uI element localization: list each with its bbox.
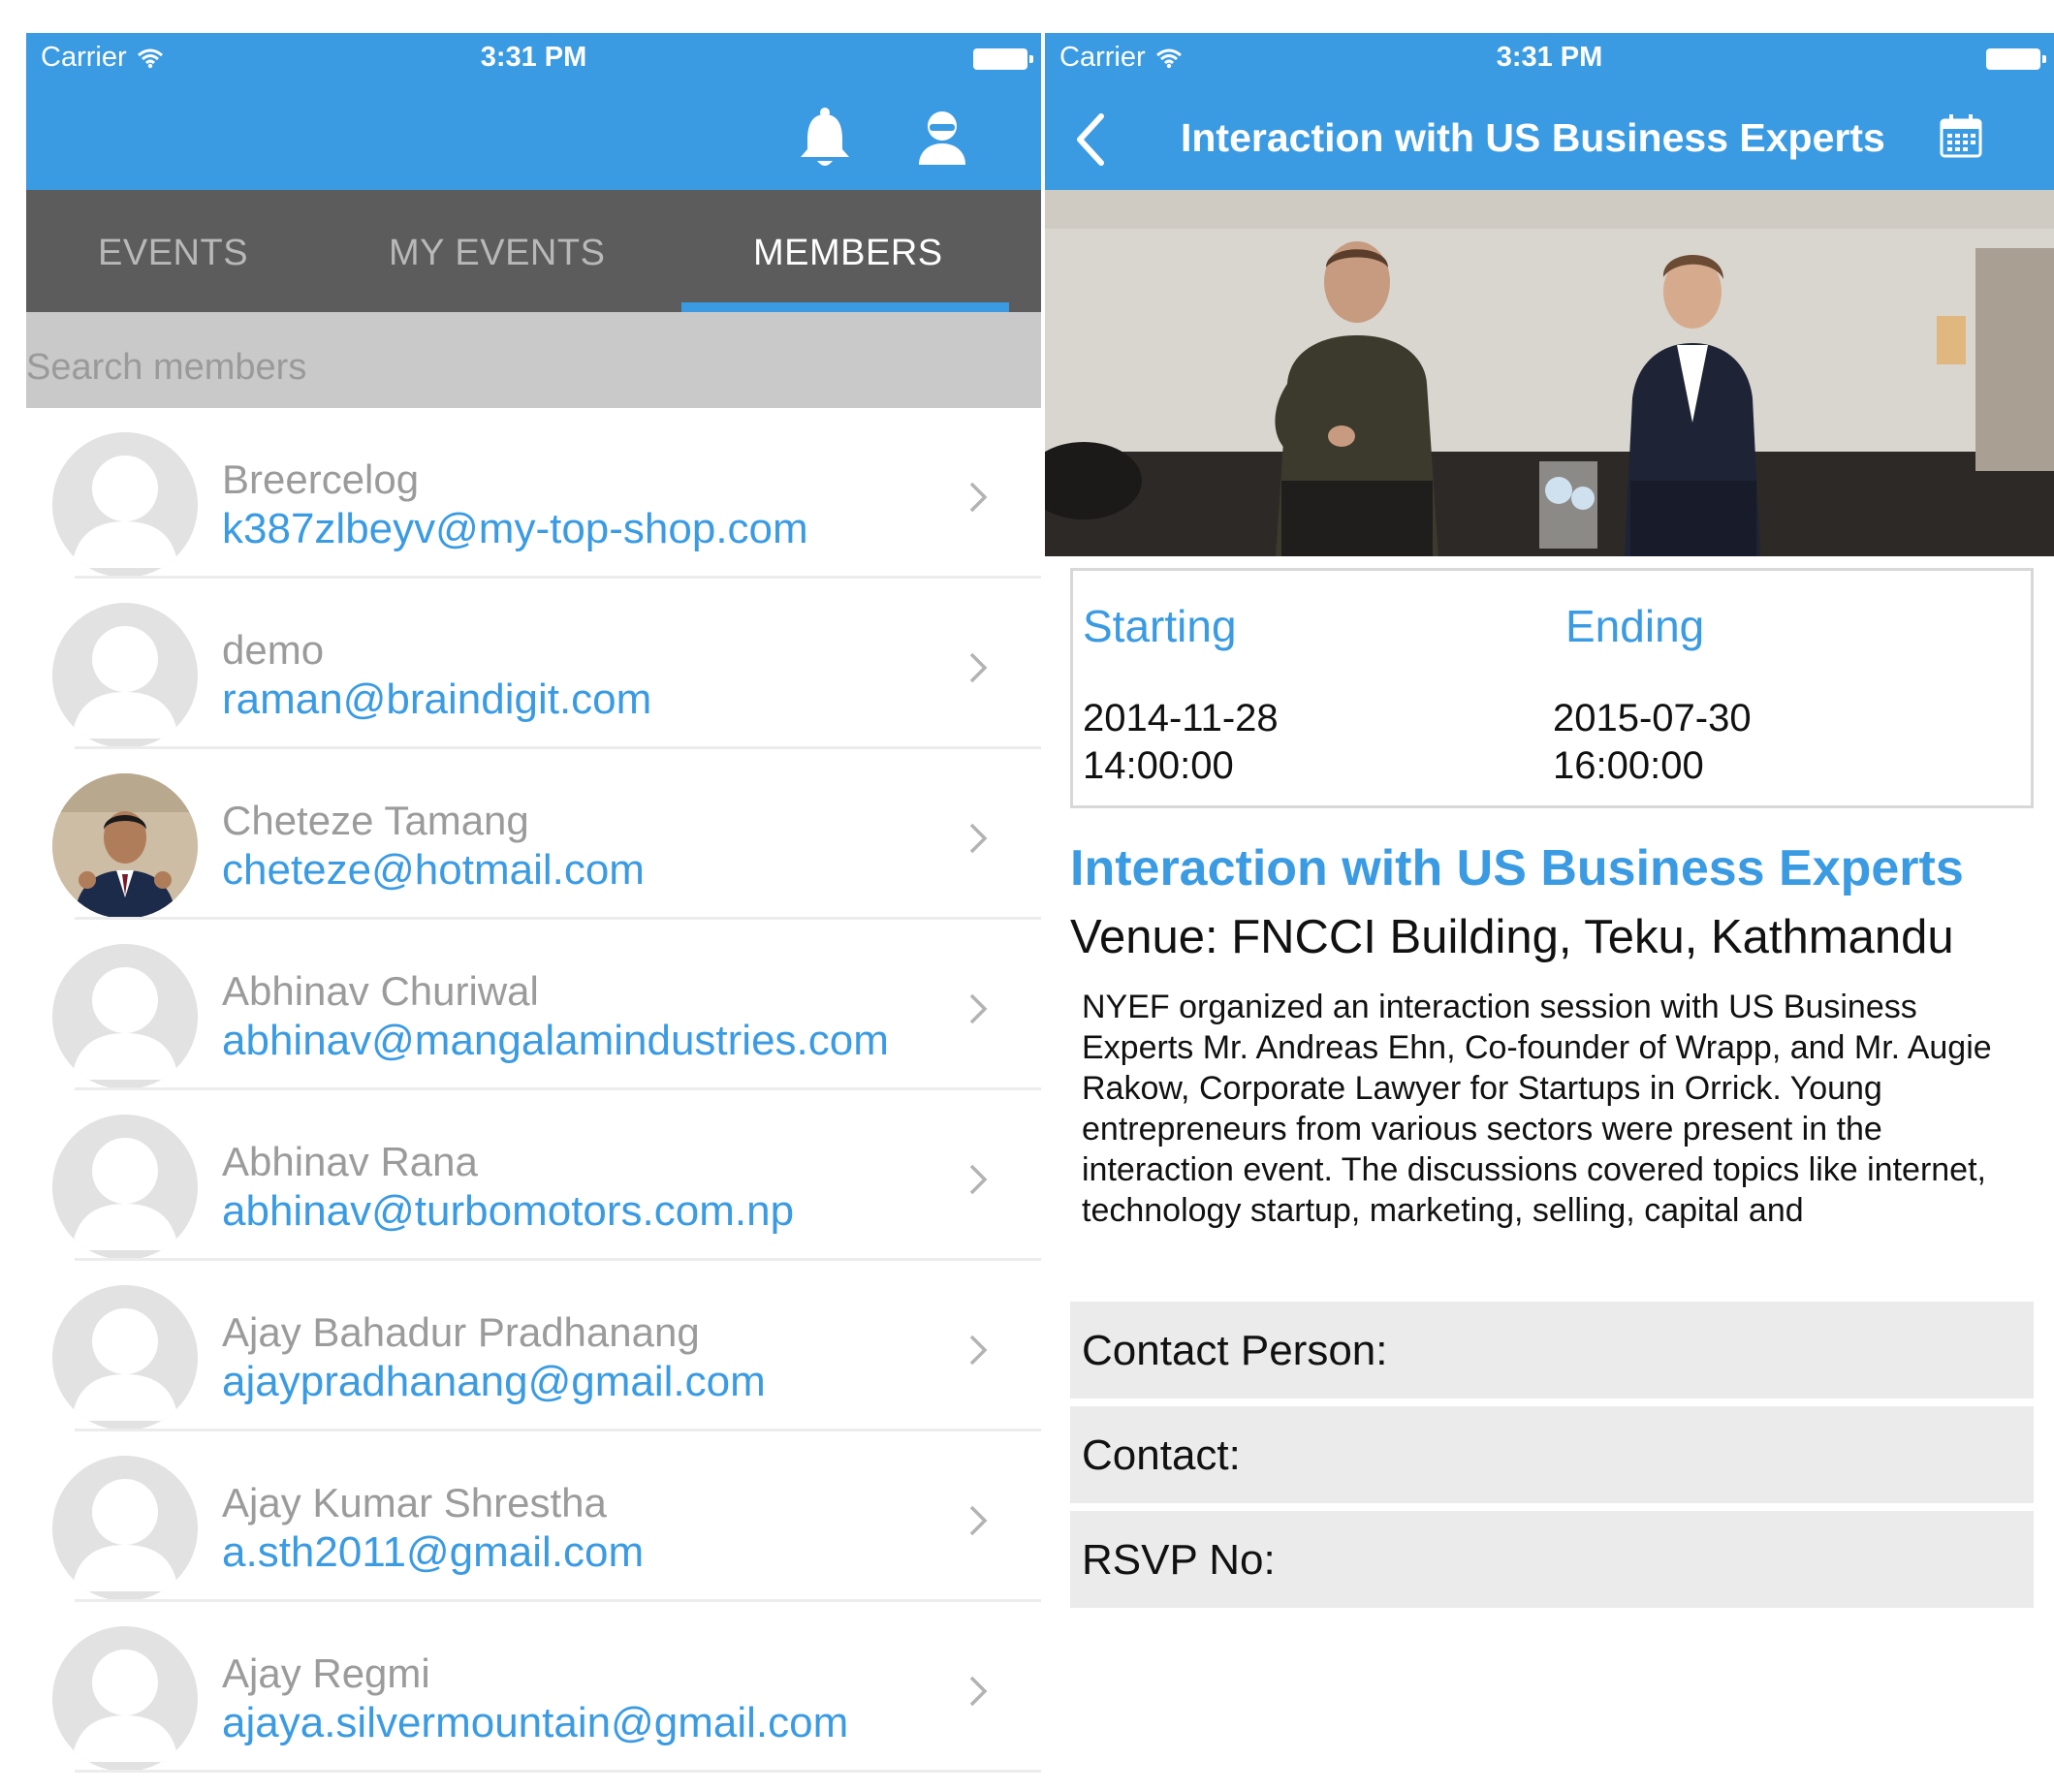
chevron-right-icon: [969, 1164, 988, 1195]
default-avatar-icon: [52, 432, 198, 578]
member-name: Cheteze Tamang: [222, 798, 529, 843]
ending-time: 16:00:00: [1553, 744, 1704, 787]
tab-my-events[interactable]: MY EVENTS: [389, 233, 605, 274]
chevron-right-icon: [969, 1505, 988, 1536]
member-email[interactable]: raman@braindigit.com: [222, 676, 651, 724]
member-name: Ajay Kumar Shrestha: [222, 1480, 607, 1525]
member-row[interactable]: Abhinav Churiwal abhinav@mangalamindustr…: [26, 920, 1041, 1090]
tab-members[interactable]: MEMBERS: [753, 233, 943, 274]
ending-datetime: 2015-07-30 16:00:00: [1553, 695, 1752, 790]
bell-icon[interactable]: [797, 107, 853, 171]
photo-avatar: [52, 773, 198, 919]
chevron-right-icon: [969, 1676, 988, 1707]
member-email[interactable]: abhinav@turbomotors.com.np: [222, 1187, 794, 1236]
contact-label: Contact:: [1082, 1431, 1241, 1479]
status-bar: Carrier 3:31 PM: [1045, 33, 2054, 87]
member-row[interactable]: Ajay Kumar Shrestha a.sth2011@gmail.com: [26, 1431, 1041, 1602]
members-screen: Carrier 3:31 PM EVENTS MY EVENTS MEMBERS…: [26, 33, 1041, 1792]
event-description: NYEF organized an interaction session wi…: [1082, 989, 1992, 1229]
member-name: demo: [222, 627, 325, 673]
default-avatar-icon: [52, 603, 198, 748]
event-detail-screen: Carrier 3:31 PM Interaction with US Busi…: [1045, 33, 2054, 1792]
ending-label: Ending: [1565, 601, 1705, 651]
default-avatar-icon: [52, 1626, 198, 1772]
member-row[interactable]: Ajay Bahadur Pradhanang ajaypradhanang@g…: [26, 1261, 1041, 1431]
member-email[interactable]: a.sth2011@gmail.com: [222, 1528, 644, 1577]
starting-label: Starting: [1083, 601, 1237, 651]
back-icon[interactable]: [1072, 110, 1111, 169]
member-row[interactable]: demo raman@braindigit.com: [26, 579, 1041, 749]
status-bar: Carrier 3:31 PM: [26, 33, 1041, 87]
ending-date: 2015-07-30: [1553, 697, 1752, 739]
app-bar: Carrier 3:31 PM: [26, 33, 1041, 190]
member-name: Ajay Bahadur Pradhanang: [222, 1309, 700, 1355]
chevron-right-icon: [969, 1335, 988, 1366]
app-bar: Carrier 3:31 PM Interaction with US Busi…: [1045, 33, 2054, 190]
default-avatar-icon: [52, 944, 198, 1089]
member-email[interactable]: k387zlbeyv@my-top-shop.com: [222, 505, 808, 553]
contact-person-row: Contact Person:: [1070, 1302, 2034, 1399]
battery-icon: [1986, 48, 2046, 70]
event-dates-box: Starting Ending 2014-11-28 14:00:00 2015…: [1070, 568, 2034, 808]
starting-date: 2014-11-28: [1083, 697, 1279, 739]
profile-icon[interactable]: [916, 109, 968, 167]
event-photo: [1045, 190, 2054, 556]
battery-icon: [973, 48, 1033, 70]
active-tab-indicator: [681, 302, 1009, 312]
starting-datetime: 2014-11-28 14:00:00: [1083, 695, 1279, 790]
row-divider: [75, 1770, 1041, 1773]
member-row[interactable]: Abhinav Rana abhinav@turbomotors.com.np: [26, 1090, 1041, 1261]
member-row[interactable]: Breercelog k387zlbeyv@my-top-shop.com: [26, 408, 1041, 579]
search-bar: [26, 312, 1041, 408]
chevron-right-icon: [969, 482, 988, 513]
member-email[interactable]: abhinav@mangalamindustries.com: [222, 1017, 889, 1065]
rsvp-label: RSVP No:: [1082, 1536, 1276, 1584]
member-email[interactable]: cheteze@hotmail.com: [222, 846, 645, 895]
calendar-icon[interactable]: [1939, 112, 1983, 159]
member-email[interactable]: ajaypradhanang@gmail.com: [222, 1358, 766, 1406]
status-time: 3:31 PM: [1496, 42, 1603, 73]
event-venue: Venue: FNCCI Building, Teku, Kathmandu: [1070, 911, 1954, 963]
default-avatar-icon: [52, 1456, 198, 1601]
contact-row: Contact:: [1070, 1406, 2034, 1503]
member-name: Breercelog: [222, 456, 420, 502]
page-title: Interaction with US Business Experts: [1181, 115, 1885, 160]
chevron-right-icon: [969, 823, 988, 854]
search-members-input[interactable]: [26, 343, 705, 392]
status-time: 3:31 PM: [480, 42, 587, 73]
default-avatar-icon: [52, 1115, 198, 1260]
member-name: Abhinav Churiwal: [222, 968, 539, 1014]
member-name: Ajay Regmi: [222, 1651, 430, 1696]
member-row[interactable]: Ajay Regmi ajaya.silvermountain@gmail.co…: [26, 1602, 1041, 1773]
rsvp-row: RSVP No:: [1070, 1511, 2034, 1608]
default-avatar-icon: [52, 1285, 198, 1430]
chevron-right-icon: [969, 993, 988, 1024]
contact-person-label: Contact Person:: [1082, 1327, 1388, 1374]
tab-bar: EVENTS MY EVENTS MEMBERS: [26, 190, 1041, 312]
tab-events[interactable]: EVENTS: [98, 233, 248, 274]
starting-time: 14:00:00: [1083, 744, 1234, 787]
event-name-heading: Interaction with US Business Experts: [1070, 840, 1964, 896]
member-name: Abhinav Rana: [222, 1139, 478, 1184]
member-email[interactable]: ajaya.silvermountain@gmail.com: [222, 1699, 848, 1747]
member-row[interactable]: Cheteze Tamang cheteze@hotmail.com: [26, 749, 1041, 920]
chevron-right-icon: [969, 652, 988, 683]
